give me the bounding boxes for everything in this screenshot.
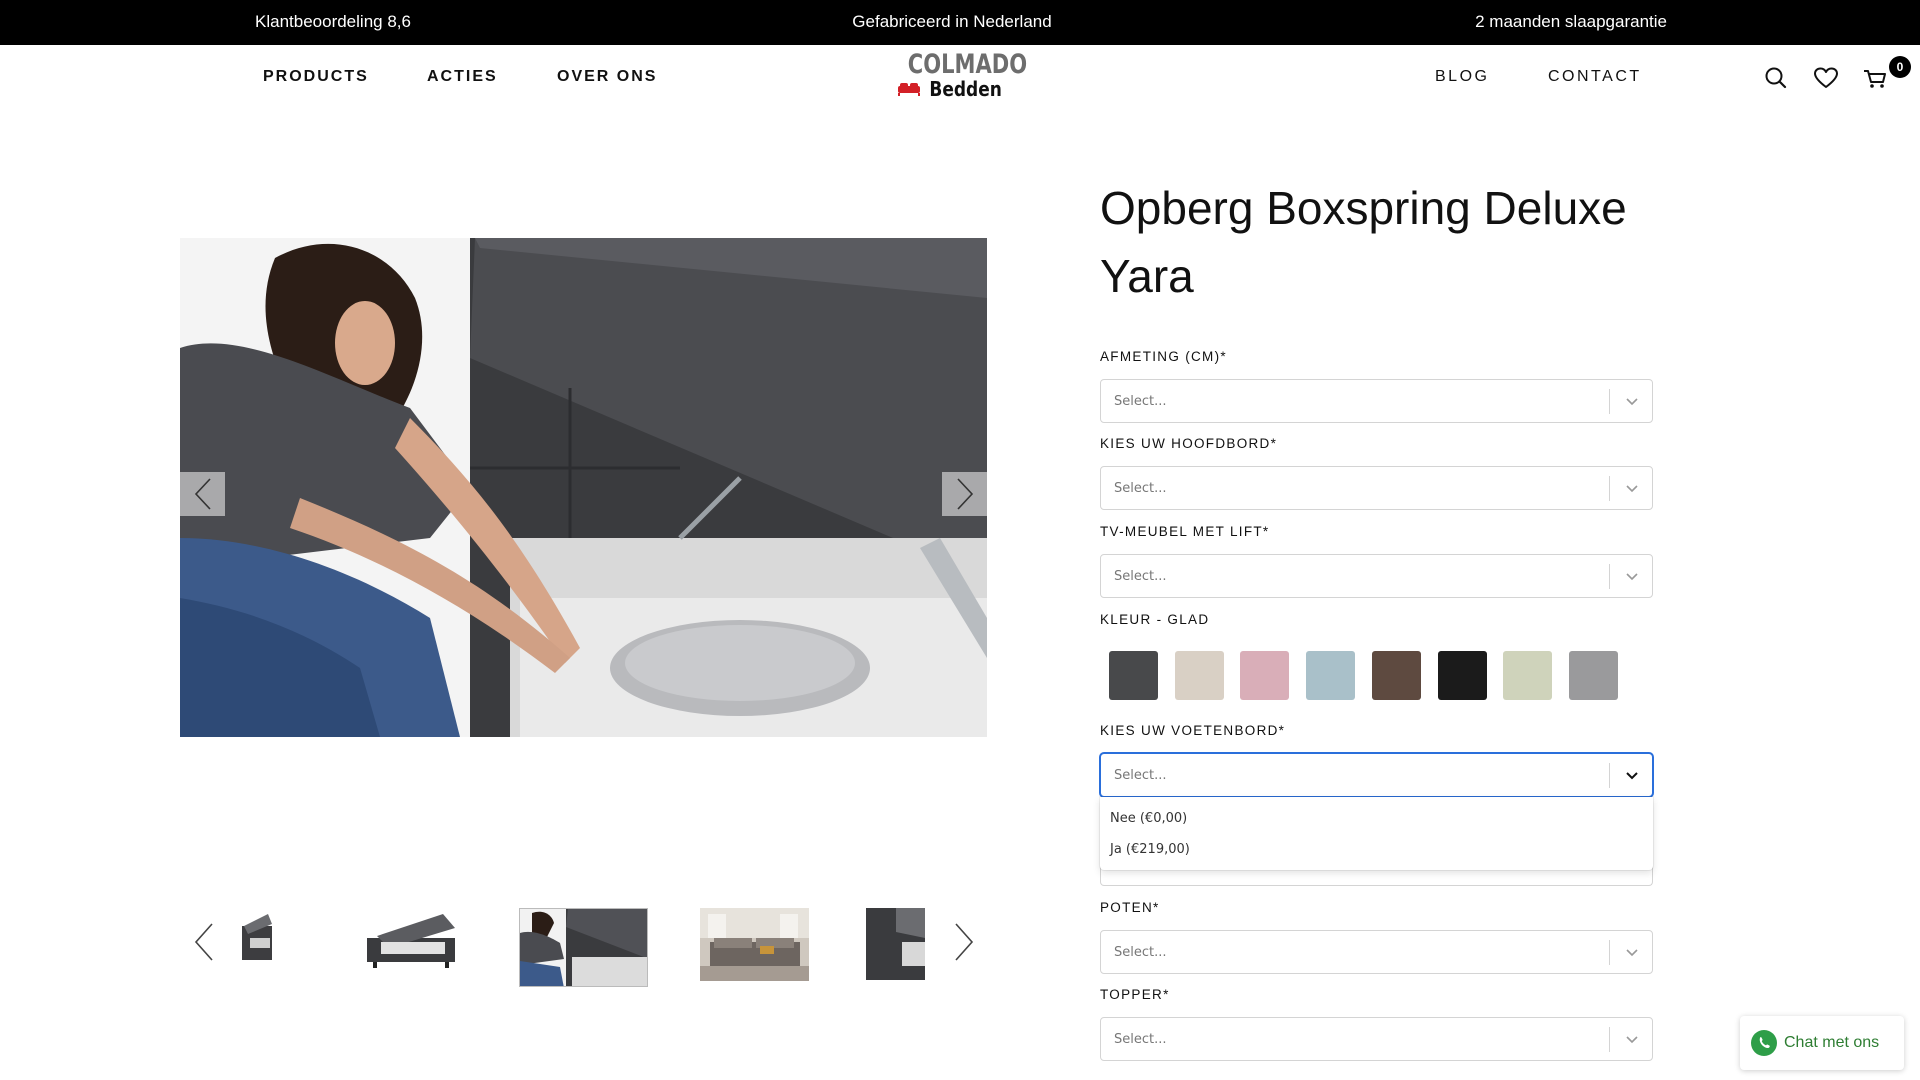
nav-blog[interactable]: BLOG bbox=[1435, 68, 1489, 86]
chevron-down-icon bbox=[1626, 485, 1638, 493]
chat-widget-button[interactable]: Chat met ons bbox=[1740, 1016, 1904, 1070]
whatsapp-icon bbox=[1751, 1030, 1777, 1056]
announcement-bar: Klantbeoordeling 8,6 Gefabriceerd in Ned… bbox=[0, 0, 1920, 45]
logo-wordmark-bottom: Bedden bbox=[929, 77, 1003, 101]
swatch-3[interactable] bbox=[1240, 651, 1289, 700]
thumbnail-1[interactable] bbox=[242, 908, 276, 968]
chat-label: Chat met ons bbox=[1784, 1034, 1880, 1051]
chevron-down-icon bbox=[1626, 1036, 1638, 1044]
select-tv-meubel[interactable]: Select... bbox=[1100, 554, 1653, 598]
cart-icon[interactable] bbox=[1862, 65, 1888, 91]
select-topper[interactable]: Select... bbox=[1100, 1017, 1653, 1061]
select-afmeting[interactable]: Select... bbox=[1100, 379, 1653, 423]
product-title: Opberg Boxspring Deluxe Yara bbox=[1100, 182, 1627, 302]
label-tv-meubel: TV-MEUBEL MET LIFT* bbox=[1100, 524, 1270, 539]
select-hoofdbord[interactable]: Select... bbox=[1100, 466, 1653, 510]
chevron-down-icon bbox=[1626, 772, 1638, 780]
swatch-6[interactable] bbox=[1438, 651, 1487, 700]
thumbs-prev-icon[interactable] bbox=[190, 920, 218, 964]
thumbnail-4[interactable] bbox=[700, 908, 809, 981]
label-afmeting: AFMETING (CM)* bbox=[1100, 349, 1227, 364]
select-voetenbord[interactable]: Select... bbox=[1100, 753, 1653, 797]
voetenbord-dropdown-menu: Nee (€0,00) Ja (€219,00) bbox=[1100, 797, 1653, 870]
product-main-image[interactable] bbox=[180, 238, 987, 737]
swatch-1[interactable] bbox=[1109, 651, 1158, 700]
chevron-down-icon bbox=[1626, 573, 1638, 581]
nav-contact[interactable]: CONTACT bbox=[1548, 68, 1642, 86]
site-logo[interactable]: COLMADO Bedden bbox=[895, 49, 1028, 106]
nav-acties[interactable]: ACTIES bbox=[427, 68, 498, 86]
bed-icon bbox=[898, 83, 921, 96]
nav-over-ons[interactable]: OVER ONS bbox=[557, 68, 657, 86]
thumbnail-strip bbox=[180, 900, 990, 1000]
dropdown-option-ja[interactable]: Ja (€219,00) bbox=[1110, 842, 1190, 857]
swatch-4[interactable] bbox=[1306, 651, 1355, 700]
label-voetenbord: KIES UW VOETENBORD* bbox=[1100, 723, 1286, 738]
swatch-2[interactable] bbox=[1175, 651, 1224, 700]
chevron-down-icon bbox=[1626, 398, 1638, 406]
chevron-down-icon bbox=[1626, 949, 1638, 957]
label-kleur: KLEUR - GLAD bbox=[1100, 612, 1210, 627]
chevron-left-icon bbox=[194, 478, 211, 510]
label-hoofdbord: KIES UW HOOFDBORD* bbox=[1100, 436, 1278, 451]
swatch-8[interactable] bbox=[1569, 651, 1618, 700]
swatch-7[interactable] bbox=[1503, 651, 1552, 700]
gallery-next-button[interactable] bbox=[942, 472, 987, 516]
select-poten[interactable]: Select... bbox=[1100, 930, 1653, 974]
gallery-prev-button[interactable] bbox=[180, 472, 225, 516]
thumbnail-5[interactable] bbox=[866, 908, 925, 980]
cart-count-badge: 0 bbox=[1889, 56, 1911, 78]
nav-products[interactable]: PRODUCTS bbox=[263, 68, 369, 86]
product-photo bbox=[180, 238, 987, 737]
swatch-5[interactable] bbox=[1372, 651, 1421, 700]
chevron-right-icon bbox=[956, 478, 973, 510]
thumbnail-2[interactable] bbox=[363, 908, 459, 972]
site-header: PRODUCTS ACTIES OVER ONS COLMADO Bedden … bbox=[0, 45, 1920, 110]
guarantee-text: 2 maanden slaapgarantie bbox=[1475, 12, 1667, 31]
thumbs-next-icon[interactable] bbox=[950, 920, 978, 964]
heart-icon[interactable] bbox=[1813, 65, 1839, 91]
thumbnail-3-active[interactable] bbox=[519, 908, 648, 987]
label-poten: POTEN* bbox=[1100, 900, 1160, 915]
search-icon[interactable] bbox=[1763, 65, 1789, 91]
logo-wordmark-top: COLMADO bbox=[907, 49, 1028, 80]
label-topper: TOPPER* bbox=[1100, 987, 1170, 1002]
dropdown-option-nee[interactable]: Nee (€0,00) bbox=[1110, 811, 1187, 826]
